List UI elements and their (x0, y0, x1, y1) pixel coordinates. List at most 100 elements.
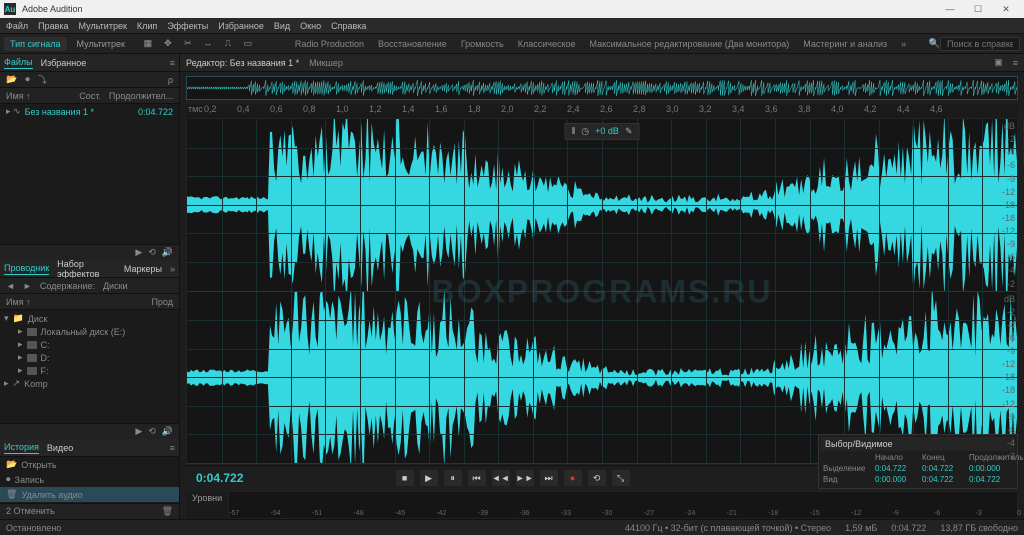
menu-help[interactable]: Справка (331, 21, 366, 31)
tab-multitrack[interactable]: Мультитрек (71, 37, 131, 51)
skip-start-button[interactable]: ⏮ (468, 470, 486, 486)
panel-menu-icon[interactable]: ≡ (170, 58, 175, 68)
hud-pencil-icon[interactable]: ✎ (625, 126, 633, 137)
panel-menu-icon[interactable]: ≡ (1013, 58, 1018, 68)
sel-end[interactable]: 0:04.722 (922, 464, 967, 473)
hud-levels-icon[interactable]: ⫴ (572, 126, 576, 137)
tab-markers[interactable]: Маркеры (124, 264, 162, 274)
menu-multitrack[interactable]: Мультитрек (79, 21, 127, 31)
workspace-item[interactable]: Radio Production (295, 39, 364, 49)
expand-icon[interactable]: ▸ (18, 352, 23, 363)
marquee-tool-icon[interactable]: ▭ (241, 38, 255, 49)
view-dur[interactable]: 0:04.722 (969, 475, 1024, 484)
menu-edit[interactable]: Правка (38, 21, 68, 31)
timecode[interactable]: 0:04.722 (186, 471, 253, 485)
maximize-button[interactable]: ☐ (964, 4, 992, 15)
menu-view[interactable]: Вид (274, 21, 290, 31)
move-tool-icon[interactable]: ✥ (161, 38, 175, 49)
col-name[interactable]: Имя ↑ (6, 297, 143, 307)
history-item[interactable]: 📂Открыть (0, 457, 179, 472)
autoplay-icon[interactable]: 🔊 (162, 426, 173, 437)
trash-icon[interactable]: 🗑 (162, 506, 173, 517)
menu-clip[interactable]: Клип (137, 21, 157, 31)
razor-tool-icon[interactable]: ✂ (181, 38, 195, 49)
menu-favorites[interactable]: Избранное (218, 21, 264, 31)
tab-files[interactable]: Файлы (4, 57, 33, 69)
tab-editor[interactable]: Редактор: Без названия 1 * (186, 58, 299, 68)
slip-tool-icon[interactable]: ↔ (201, 38, 215, 49)
menu-file[interactable]: Файл (6, 21, 28, 31)
workspace-item[interactable]: Максимальное редактирование (Два монитор… (590, 39, 790, 49)
view-start[interactable]: 0:00.000 (875, 475, 920, 484)
close-button[interactable]: ✕ (992, 4, 1020, 15)
time-ruler[interactable]: тмс 0,20,40,60,81,01,21,41,61,82,02,22,4… (186, 104, 1018, 118)
loop-icon[interactable]: ⟲ (148, 247, 156, 258)
tree-row[interactable]: ▸Локальный диск (E:) (4, 325, 175, 338)
overview-waveform[interactable] (186, 76, 1018, 100)
history-item[interactable]: ⏺Запись (0, 472, 179, 487)
time-tool-icon[interactable]: ⎍ (221, 38, 235, 49)
expand-icon[interactable]: ▸ (18, 365, 23, 376)
play-icon[interactable]: ▶ (135, 247, 142, 258)
autoplay-icon[interactable]: 🔊 (162, 247, 173, 258)
play-button[interactable]: ▶ (420, 470, 438, 486)
expand-icon[interactable]: ▸ (18, 339, 23, 350)
tree-row[interactable]: ▸F: (4, 364, 175, 377)
tree-row[interactable]: ▸↗Komp (4, 377, 175, 390)
tab-effects-rack[interactable]: Набор эффектов (57, 259, 116, 279)
file-row[interactable]: ▸ ∿ Без названия 1 * 0:04.722 (0, 104, 179, 119)
menu-window[interactable]: Окно (300, 21, 321, 31)
loop-button[interactable]: ⟲ (588, 470, 606, 486)
panel-menu-icon[interactable]: ≡ (170, 443, 175, 453)
tab-video[interactable]: Видео (47, 443, 73, 453)
search-input[interactable] (940, 37, 1020, 51)
channel-left[interactable]: dB-2-4-6-9-12-18-18-12-9-6-4-2 (187, 119, 1017, 292)
col-name[interactable]: Имя ↑ (6, 91, 71, 101)
tab-waveform[interactable]: Тип сигнала (4, 37, 67, 51)
tab-history[interactable]: История (4, 442, 39, 454)
col-prod[interactable]: Прод (151, 297, 173, 307)
tree-row[interactable]: ▸C: (4, 338, 175, 351)
menu-effects[interactable]: Эффекты (167, 21, 208, 31)
hud-volume[interactable]: +0 dB (595, 126, 619, 137)
tree-row[interactable]: ▸D: (4, 351, 175, 364)
spectral-icon[interactable]: ▦ (141, 38, 155, 49)
skip-selection-button[interactable]: ⤡ (612, 470, 630, 486)
skip-end-button[interactable]: ⏭ (540, 470, 558, 486)
sel-start[interactable]: 0:04.722 (875, 464, 920, 473)
waveform-display[interactable]: ⫴ ◷ +0 dB ✎ dB-2-4-6-9-12-18-18-12-9-6-4… (186, 118, 1018, 465)
drives-label[interactable]: Диски (103, 281, 128, 291)
view-end[interactable]: 0:04.722 (922, 475, 967, 484)
workspace-item[interactable]: Громкость (461, 39, 504, 49)
expand-icon[interactable]: ▸ (4, 378, 9, 389)
minimize-button[interactable]: — (936, 4, 964, 14)
pause-button[interactable]: ⏸ (444, 470, 462, 486)
workspace-more-icon[interactable]: » (901, 39, 906, 49)
sel-dur[interactable]: 0:00.000 (969, 464, 1024, 473)
workspace-item[interactable]: Восстановление (378, 39, 447, 49)
record-button[interactable]: ● (564, 470, 582, 486)
workspace-item[interactable]: Классическое (518, 39, 576, 49)
panel-menu-icon[interactable]: » (170, 264, 175, 274)
fwd-icon[interactable]: ► (23, 281, 32, 291)
rewind-button[interactable]: ◄◄ (492, 470, 510, 486)
hud-clock-icon[interactable]: ◷ (581, 126, 589, 137)
expand-icon[interactable]: ▸ (18, 326, 23, 337)
workspace-item[interactable]: Мастеринг и анализ (803, 39, 887, 49)
expand-icon[interactable]: ▾ (4, 313, 9, 324)
record-icon[interactable]: ⏺ (25, 74, 30, 85)
back-icon[interactable]: ◄ (6, 281, 15, 291)
open-icon[interactable]: 📂 (6, 74, 17, 85)
loop-icon[interactable]: ⟲ (148, 426, 156, 437)
stop-button[interactable]: ■ (396, 470, 414, 486)
import-icon[interactable]: ⤵ (38, 73, 47, 86)
maximize-panel-icon[interactable]: ▣ (994, 57, 1003, 68)
history-item[interactable]: 🗑Удалить аудио (0, 487, 179, 502)
col-status[interactable]: Сост. (79, 91, 101, 101)
tab-favorites[interactable]: Избранное (41, 58, 87, 68)
col-duration[interactable]: Продолжител... (109, 91, 173, 101)
tree-row[interactable]: ▾📁Диск (4, 312, 175, 325)
tab-browser[interactable]: Проводник (4, 263, 49, 275)
play-icon[interactable]: ▶ (135, 426, 142, 437)
forward-button[interactable]: ►► (516, 470, 534, 486)
